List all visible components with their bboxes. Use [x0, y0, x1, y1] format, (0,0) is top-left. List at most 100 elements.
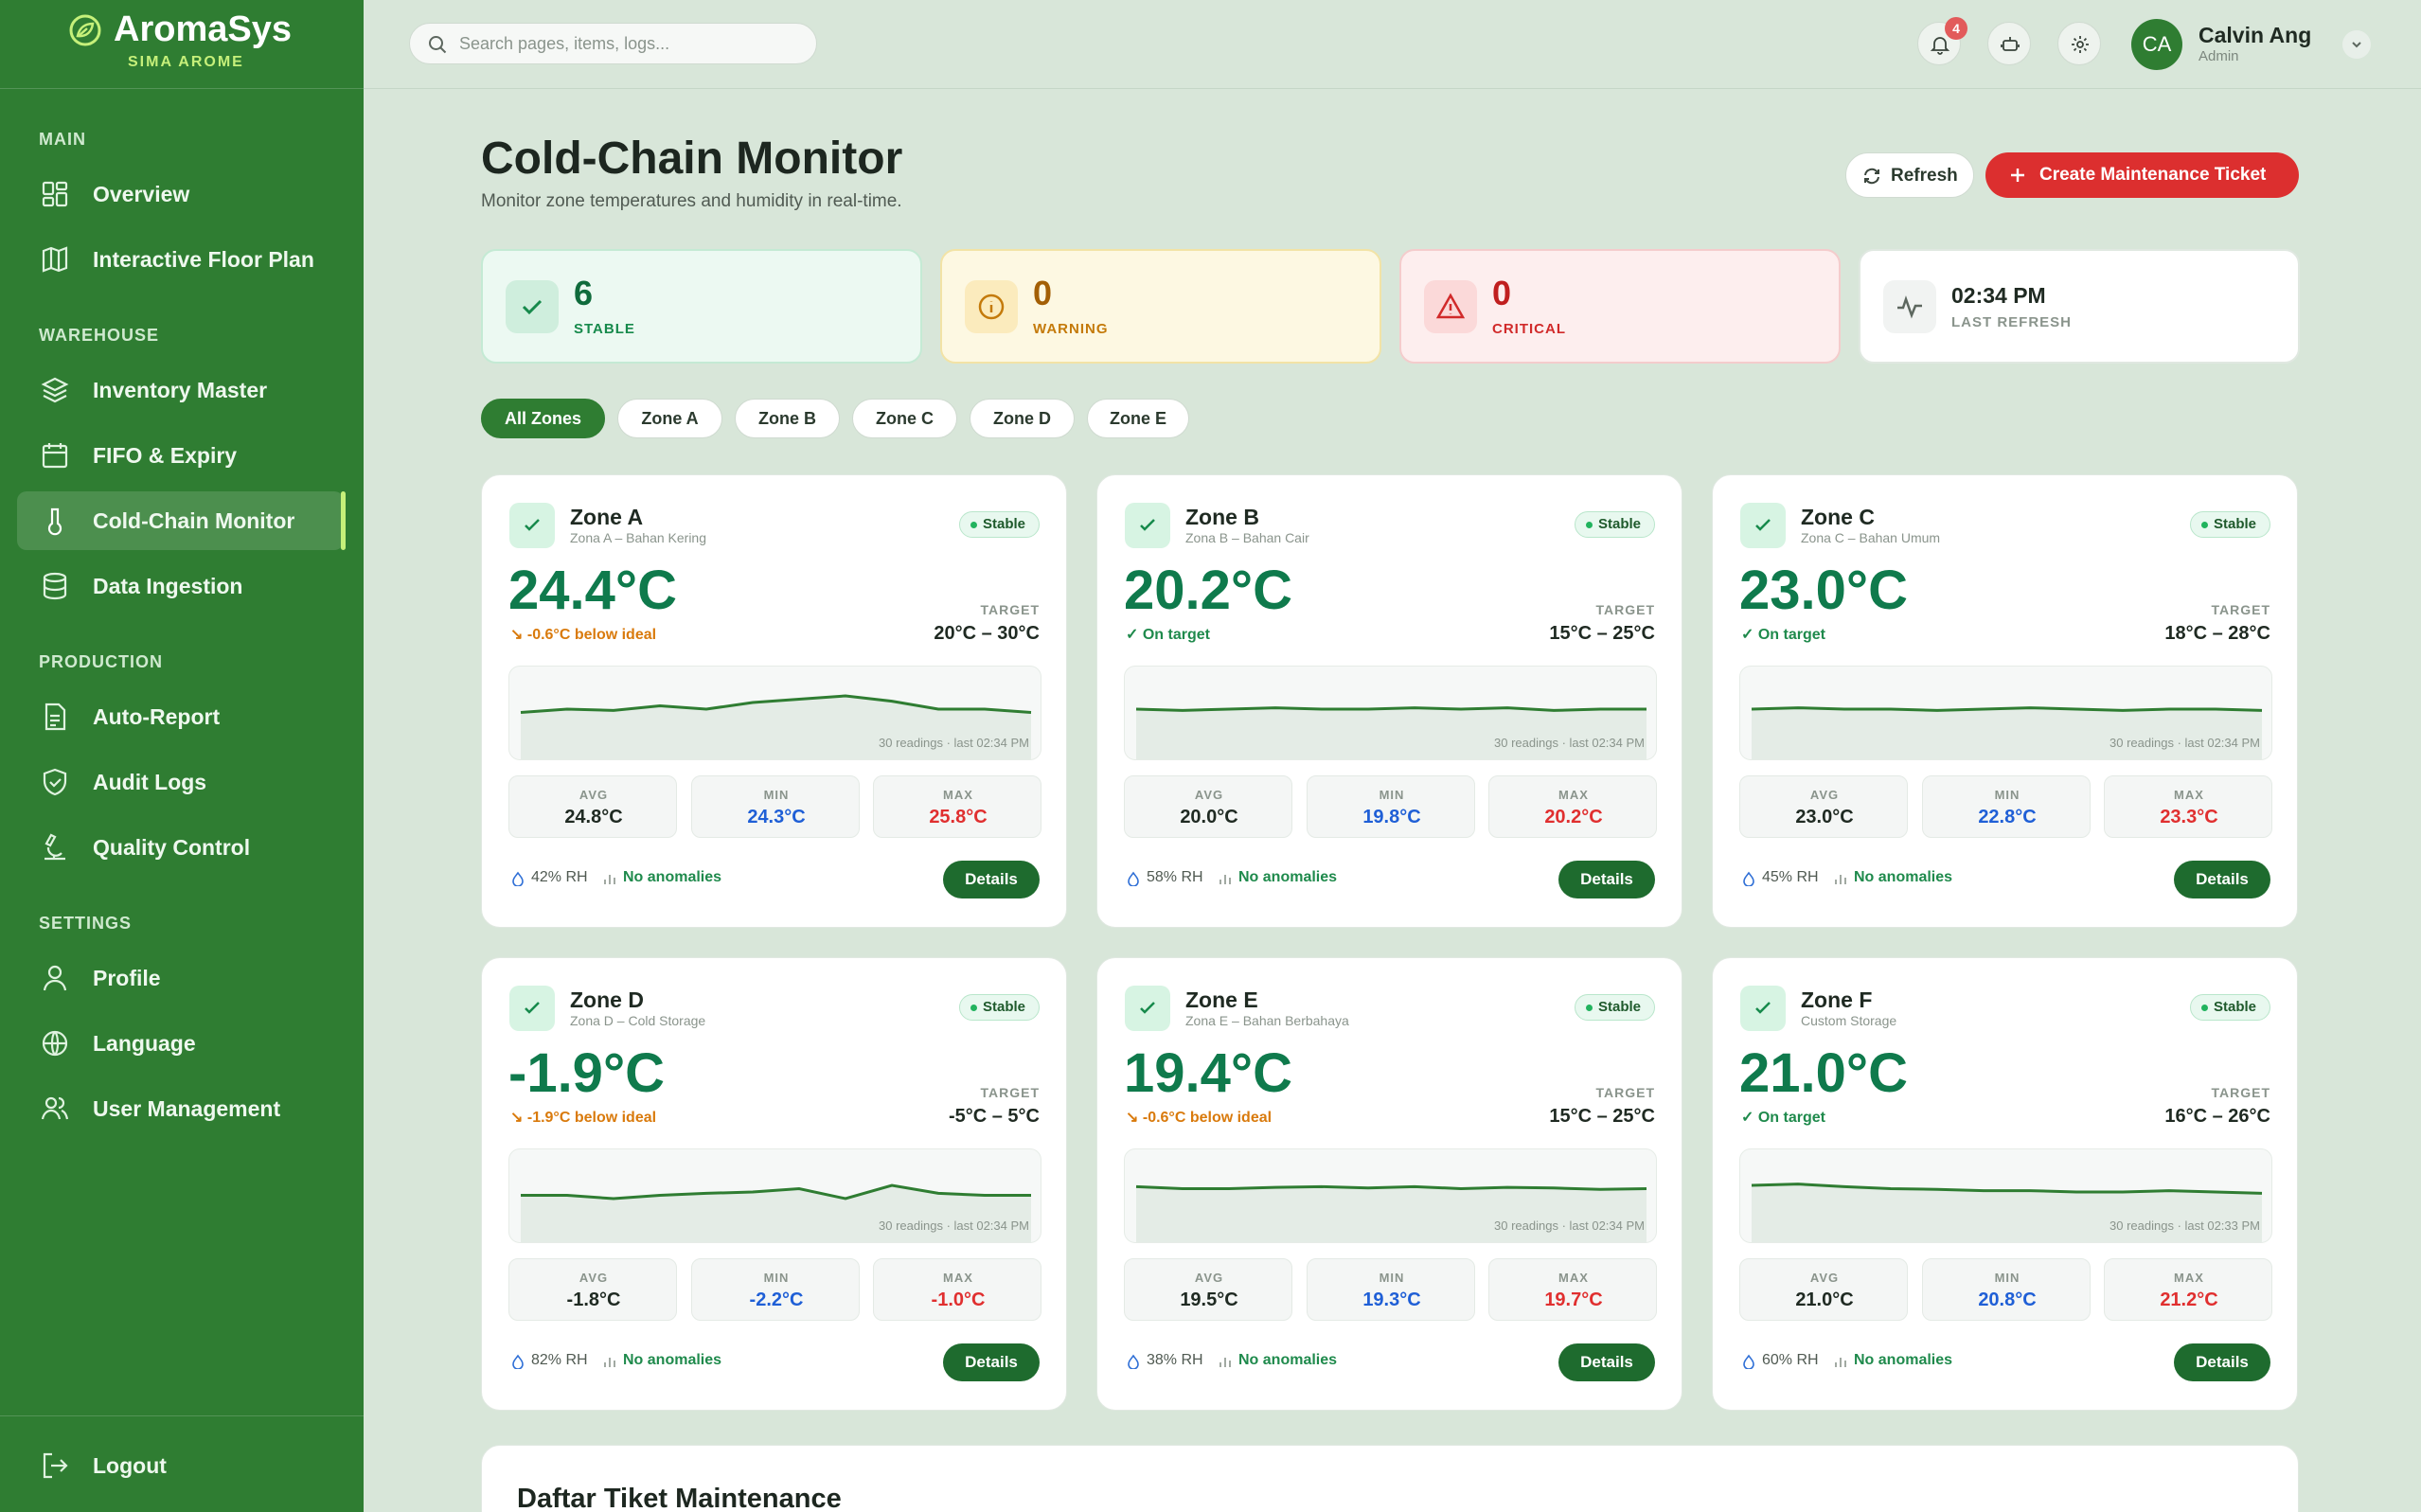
check-small-icon: ✓	[1126, 627, 1139, 643]
tab-zone-b[interactable]: Zone B	[735, 399, 840, 438]
sidebar-item-profile[interactable]: Profile	[17, 949, 344, 1007]
metric-value: 20.0°C	[1180, 807, 1238, 827]
zone-subtitle: Zona A – Bahan Kering	[570, 530, 706, 545]
search-box[interactable]	[409, 23, 817, 64]
readings-note: 30 readings · last 02:34 PM	[879, 1218, 1029, 1233]
tab-all-zones[interactable]: All Zones	[481, 399, 605, 438]
temperature-note: ↘ -0.6°C below ideal	[1126, 1108, 1272, 1127]
sidebar-item-cold-chain[interactable]: Cold-Chain Monitor	[17, 491, 346, 550]
metric-min: MIN 22.8°C	[1922, 775, 2091, 838]
temperature-note-text: On target	[1757, 627, 1825, 643]
user-menu-toggle[interactable]	[2342, 30, 2371, 59]
anomalies-text: No anomalies	[1238, 1352, 1338, 1368]
metric-value: 22.8°C	[1978, 807, 2037, 827]
humidity-value: 38% RH	[1147, 1352, 1203, 1368]
brand-subtitle: SIMA AROME	[128, 54, 244, 70]
details-button[interactable]: Details	[2174, 861, 2270, 898]
readings-note: 30 readings · last 02:34 PM	[879, 736, 1029, 750]
sidebar-item-language[interactable]: Language	[17, 1014, 344, 1073]
metric-label: AVG	[1809, 1271, 1840, 1285]
zone-name: Zone F	[1801, 987, 1873, 1012]
assistant-button[interactable]	[1987, 22, 2031, 65]
zone-name: Zone B	[1185, 505, 1259, 529]
info-icon	[978, 294, 1005, 320]
metric-value: 20.2°C	[1544, 807, 1603, 827]
sidebar-item-audit-logs[interactable]: Audit Logs	[17, 753, 344, 811]
details-button[interactable]: Details	[1558, 1343, 1655, 1381]
page-title: Cold-Chain Monitor	[481, 133, 903, 184]
zone-temperature: 21.0°C	[1739, 1042, 1908, 1104]
zone-temperature: 23.0°C	[1739, 560, 1908, 621]
metric-avg: AVG -1.8°C	[508, 1258, 677, 1321]
check-icon	[1140, 1002, 1155, 1014]
metric-value: 21.0°C	[1795, 1290, 1854, 1310]
anomalies-text: No anomalies	[1854, 1352, 1953, 1368]
sidebar-item-auto-report[interactable]: Auto-Report	[17, 687, 344, 746]
sidebar-item-label: Inventory Master	[93, 377, 268, 402]
logout-button[interactable]: Logout	[17, 1436, 344, 1495]
target-label: TARGET	[1595, 1085, 1655, 1100]
metric-label: MIN	[763, 788, 790, 802]
tab-zone-d[interactable]: Zone D	[970, 399, 1075, 438]
metric-min: MIN 20.8°C	[1922, 1258, 2091, 1321]
tab-zone-e[interactable]: Zone E	[1087, 399, 1189, 438]
temperature-note-text: -0.6°C below ideal	[526, 627, 657, 643]
zone-subtitle: Zona B – Bahan Cair	[1185, 530, 1309, 545]
sidebar-item-quality-control[interactable]: Quality Control	[17, 818, 344, 877]
tab-zone-a[interactable]: Zone A	[617, 399, 722, 438]
details-button[interactable]: Details	[943, 1343, 1040, 1381]
metric-avg: AVG 19.5°C	[1124, 1258, 1292, 1321]
details-button[interactable]: Details	[2174, 1343, 2270, 1381]
zone-name: Zone A	[570, 505, 644, 529]
metric-min: MIN 24.3°C	[691, 775, 860, 838]
metric-min: MIN 19.8°C	[1307, 775, 1475, 838]
stat-stable: 6 STABLE	[481, 249, 922, 364]
metric-label: MIN	[1994, 1271, 2020, 1285]
details-button[interactable]: Details	[943, 861, 1040, 898]
target-range: 15°C – 25°C	[1549, 1106, 1655, 1127]
tab-zone-c[interactable]: Zone C	[852, 399, 957, 438]
zone-name: Zone D	[570, 987, 644, 1012]
stat-stable-icon-box	[506, 280, 559, 333]
sidebar-item-inventory[interactable]: Inventory Master	[17, 361, 344, 419]
details-button[interactable]: Details	[1558, 861, 1655, 898]
alert-triangle-icon	[1435, 293, 1466, 319]
anomalies-text: No anomalies	[623, 869, 722, 885]
target-range: 16°C – 26°C	[2164, 1106, 2270, 1127]
page-subtitle: Monitor zone temperatures and humidity i…	[481, 191, 902, 211]
refresh-button[interactable]: Refresh	[1845, 152, 1974, 198]
map-icon	[42, 246, 68, 273]
settings-button[interactable]	[2057, 22, 2101, 65]
sidebar-item-data-ingestion[interactable]: Data Ingestion	[17, 557, 344, 615]
zone-status-icon-box	[1740, 986, 1786, 1031]
sidebar-item-user-management[interactable]: User Management	[17, 1079, 344, 1138]
sparkline-area	[1136, 1186, 1647, 1242]
bar-chart-icon	[1219, 875, 1231, 884]
sidebar-item-floor-plan[interactable]: Interactive Floor Plan	[17, 230, 344, 289]
chevron-down-icon	[2352, 42, 2361, 48]
notifications-button[interactable]: 4	[1917, 17, 1967, 65]
search-input[interactable]	[459, 29, 800, 58]
stat-last-refresh: 02:34 PM LAST REFRESH	[1859, 249, 2300, 364]
sidebar-item-overview[interactable]: Overview	[17, 165, 344, 223]
metric-label: MIN	[763, 1271, 790, 1285]
stat-critical-value: 0	[1492, 274, 1512, 312]
anomalies-text: No anomalies	[623, 1352, 722, 1368]
check-small-icon: ✓	[1741, 1110, 1754, 1126]
stat-stable-label: STABLE	[574, 321, 635, 337]
bar-chart-icon	[1219, 1358, 1231, 1367]
create-ticket-button[interactable]: Create Maintenance Ticket	[1985, 152, 2299, 198]
section-warehouse: WAREHOUSE	[39, 326, 160, 345]
stat-critical-icon-box	[1424, 280, 1477, 333]
metric-value: 19.7°C	[1544, 1290, 1603, 1310]
sidebar-item-fifo[interactable]: FIFO & Expiry	[17, 426, 344, 485]
temperature-note: ↘ -1.9°C below ideal	[510, 1108, 656, 1127]
status-badge: Stable	[2189, 511, 2270, 538]
stat-warning-label: WARNING	[1033, 321, 1109, 337]
sparkline-area	[521, 696, 1031, 759]
zone-temperature: -1.9°C	[508, 1042, 666, 1104]
avatar[interactable]: CA	[2131, 19, 2182, 70]
sidebar-item-label: Interactive Floor Plan	[93, 246, 314, 272]
readings-note: 30 readings · last 02:34 PM	[1494, 736, 1645, 750]
stat-stable-value: 6	[574, 274, 594, 312]
